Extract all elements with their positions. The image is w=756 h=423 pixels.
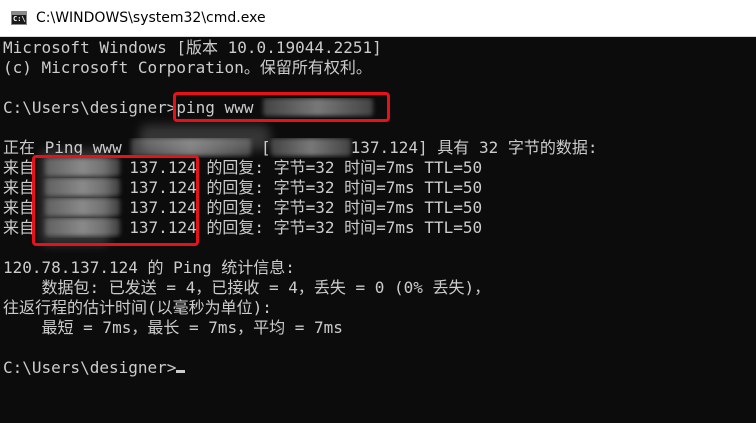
final-prompt: C:\Users\designer> bbox=[3, 358, 177, 377]
empty-line bbox=[3, 338, 753, 358]
window-title: C:\WINDOWS\system32\cmd.exe bbox=[36, 10, 266, 26]
reply-suffix: 的回复: 字节=32 时间=7ms TTL=50 bbox=[196, 198, 483, 217]
reply-suffix: 的回复: 字节=32 时间=7ms TTL=50 bbox=[196, 218, 483, 237]
prompt: C:\Users\designer> bbox=[3, 98, 177, 117]
banner-line-2: (c) Microsoft Corporation。保留所有权利。 bbox=[3, 58, 372, 77]
redacted-ip bbox=[270, 138, 351, 156]
packets-line: 数据包: 已发送 = 4，已接收 = 4，丢失 = 0 (0% 丢失)， bbox=[3, 278, 491, 297]
redaction-blur-patch bbox=[140, 125, 270, 150]
rtt-values: 最短 = 7ms，最长 = 7ms，平均 = 7ms bbox=[3, 318, 343, 337]
icon-glyph: C:\. bbox=[13, 15, 30, 23]
final-prompt-line: C:\Users\designer> bbox=[3, 358, 753, 378]
stats-header: 120.78.137.124 的 Ping 统计信息: bbox=[3, 258, 295, 277]
ping-suffix: 137.124] 具有 32 字节的数据: bbox=[350, 138, 598, 157]
text-cursor bbox=[176, 370, 186, 373]
reply-suffix: 的回复: 字节=32 时间=7ms TTL=50 bbox=[196, 158, 483, 177]
cmd-window: C:\. C:\WINDOWS\system32\cmd.exe Microso… bbox=[0, 0, 756, 423]
reply-suffix: 的回复: 字节=32 时间=7ms TTL=50 bbox=[196, 178, 483, 197]
highlight-box-reply-ips bbox=[32, 155, 199, 246]
rtt-header: 往返行程的估计时间(以毫秒为单位): bbox=[3, 298, 272, 317]
cmd-icon[interactable]: C:\. bbox=[11, 11, 30, 25]
banner-line-1: Microsoft Windows [版本 10.0.19044.2251] bbox=[3, 38, 382, 57]
title-bar[interactable]: C:\. C:\WINDOWS\system32\cmd.exe bbox=[0, 0, 756, 37]
highlight-box-command bbox=[173, 92, 390, 122]
